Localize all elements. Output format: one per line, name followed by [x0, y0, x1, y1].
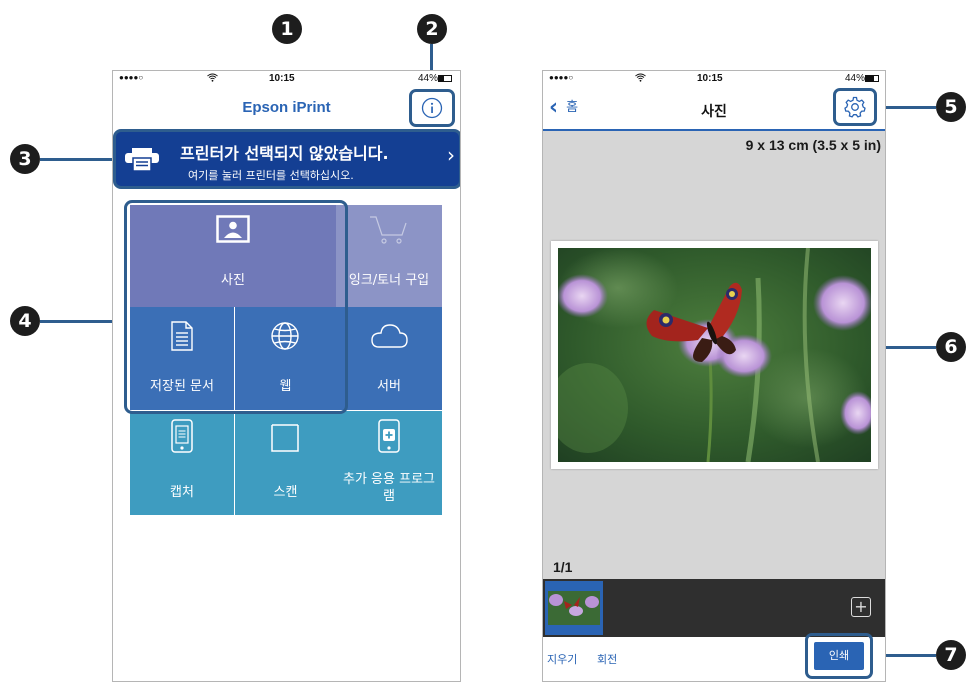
rotate-button[interactable]: 회전 — [597, 651, 617, 667]
callout-4: 4 — [10, 306, 40, 336]
tile-label-more-apps: 추가 응용 프로그램 — [343, 472, 435, 504]
tile-label-ink-toner: 잉크/토너 구입 — [348, 273, 430, 288]
add-photo-button[interactable]: + — [841, 587, 881, 627]
paper-size-label: 9 x 13 cm (3.5 x 5 in) — [745, 137, 881, 153]
info-button[interactable] — [409, 89, 455, 127]
printer-select-banner[interactable]: 프린터가 선택되지 않았습니다. 여기를 눌러 프린터를 선택하십시오. › — [113, 129, 460, 189]
highlight-main-features — [124, 200, 348, 414]
tile-label-server: 서버 — [377, 379, 401, 394]
callout-6: 6 — [936, 332, 966, 362]
delete-button[interactable]: 지우기 — [547, 651, 577, 667]
battery-icon — [438, 75, 452, 82]
print-button-label: 인쇄 — [814, 642, 864, 670]
callout-3-line — [40, 158, 112, 161]
banner-main-text: 프린터가 선택되지 않았습니다. — [180, 144, 389, 163]
thumbnail-strip: + — [543, 579, 885, 637]
tile-ink-toner[interactable]: 잉크/토너 구입 — [336, 205, 442, 307]
callout-5: 5 — [936, 92, 966, 122]
cart-icon — [370, 216, 407, 244]
print-button[interactable]: 인쇄 — [805, 633, 873, 679]
add-icon: + — [851, 597, 871, 617]
settings-button[interactable] — [833, 88, 877, 126]
status-bar: ●●●●○ 10:15 44% — [543, 71, 885, 87]
callout-1: 1 — [272, 14, 302, 44]
thumbnail-image — [548, 591, 600, 625]
gear-icon — [844, 96, 866, 118]
battery-icon — [865, 75, 879, 82]
preview-canvas: 9 x 13 cm (3.5 x 5 in) — [543, 131, 885, 579]
callout-7: 7 — [936, 640, 966, 670]
signal-indicator: ●●●●○ — [119, 73, 144, 82]
tile-capture[interactable]: 캡처 — [130, 411, 234, 515]
banner-sub-text: 여기를 눌러 프린터를 선택하십시오. — [188, 169, 354, 182]
banner-chevron-icon: › — [447, 143, 455, 167]
status-bar: ●●●●○ 10:15 44% — [113, 71, 460, 87]
bottom-toolbar: 지우기 회전 인쇄 — [543, 633, 885, 681]
info-icon — [421, 97, 443, 119]
page-counter: 1/1 — [553, 559, 573, 575]
callout-5-line — [884, 106, 936, 109]
add-app-icon — [378, 419, 400, 453]
photo-preview[interactable] — [551, 241, 878, 469]
right-phone-screen: ●●●●○ 10:15 44% ‹ 홈 사진 9 x 13 cm (3.5 x … — [542, 70, 886, 682]
butterfly-photo — [558, 248, 871, 462]
tile-more-apps[interactable]: 추가 응용 프로그램 — [336, 411, 442, 515]
status-time: 10:15 — [269, 73, 295, 84]
printer-icon — [125, 148, 159, 172]
capture-icon — [171, 419, 193, 453]
tile-server[interactable]: 서버 — [336, 307, 442, 410]
tile-scan[interactable]: 스캔 — [235, 411, 336, 515]
callout-2: 2 — [417, 14, 447, 44]
tile-label-capture: 캡처 — [170, 485, 194, 500]
battery-percent: 44% — [845, 73, 866, 84]
tile-label-scan: 스캔 — [273, 485, 298, 500]
wifi-icon — [635, 73, 646, 85]
thumbnail-item[interactable] — [545, 581, 603, 635]
signal-indicator: ●●●●○ — [549, 73, 574, 82]
status-time: 10:15 — [697, 73, 723, 84]
scan-icon — [271, 424, 299, 452]
cloud-icon — [371, 324, 408, 348]
callout-3: 3 — [10, 144, 40, 174]
app-title: Epson iPrint — [242, 99, 331, 116]
wifi-icon — [207, 73, 218, 85]
battery-percent: 44% — [418, 73, 439, 84]
